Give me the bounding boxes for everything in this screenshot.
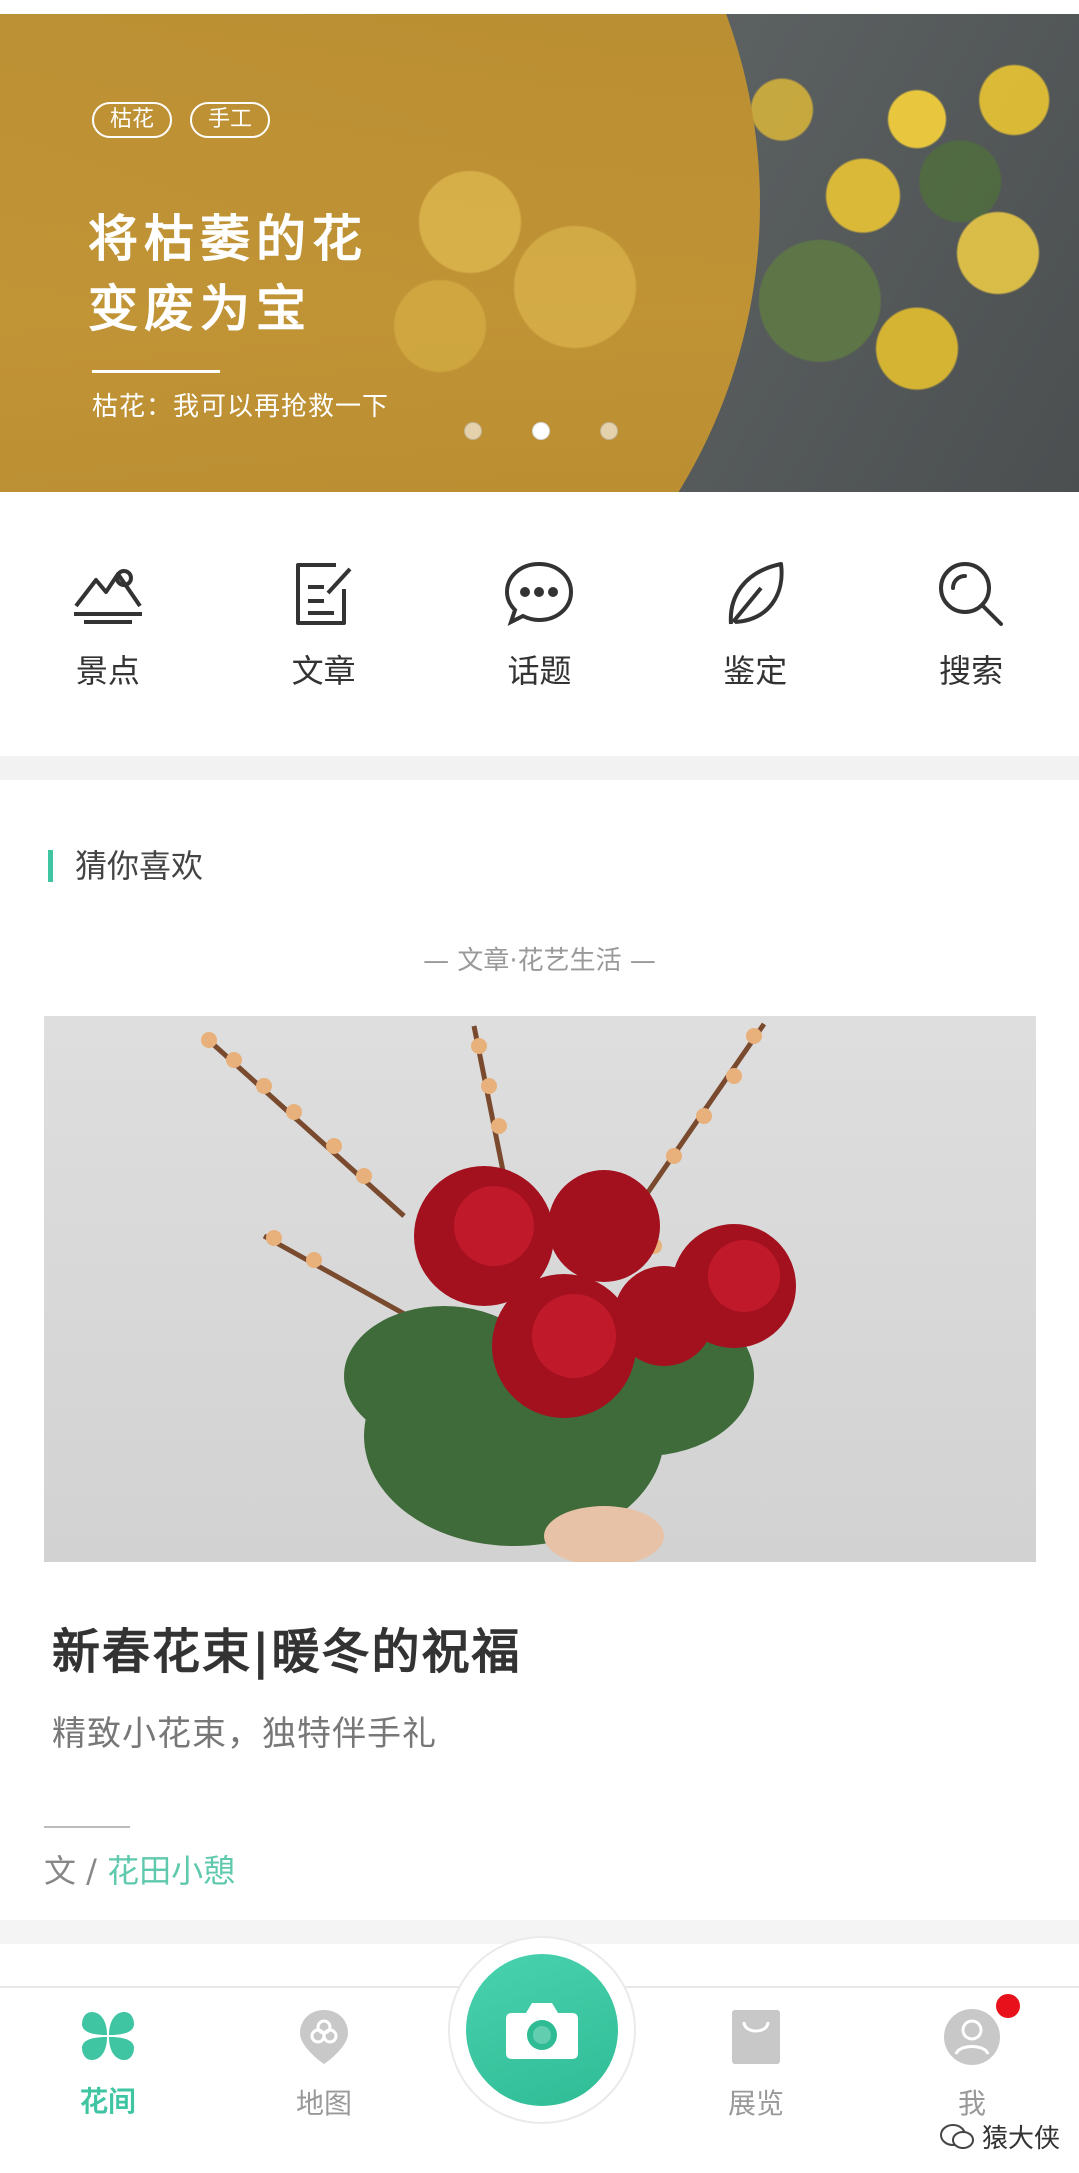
article-category: — 文章·花艺生活 —: [423, 946, 656, 976]
banner-tag[interactable]: 手工: [190, 102, 271, 138]
quick-nav-topics[interactable]: 话题: [469, 540, 609, 720]
section-title: 猜你喜欢: [48, 850, 203, 882]
section-divider: [0, 756, 1079, 780]
tab-map[interactable]: 地图: [254, 2008, 394, 2122]
quick-nav-scenic[interactable]: 景点: [38, 540, 178, 720]
tab-exhibition[interactable]: 展览: [686, 2008, 826, 2122]
user-avatar-icon: [943, 2008, 1001, 2070]
hero-banner[interactable]: 枯花 手工 将枯萎的花 变废为宝 枯花：我可以再抢救一下: [0, 14, 1079, 492]
author-name-link[interactable]: 花田小憩: [107, 1852, 235, 1890]
banner-tags: 枯花 手工: [92, 102, 271, 138]
watermark-text: 猿大侠: [982, 2124, 1061, 2154]
tab-label: 我: [957, 2087, 986, 2120]
author-divider: [44, 1826, 130, 1828]
author-prefix: 文 /: [44, 1852, 108, 1890]
tab-flower-space[interactable]: 花间: [38, 2008, 178, 2120]
banner-title: 将枯萎的花 变废为宝: [88, 204, 508, 344]
carousel-dot-active[interactable]: [532, 422, 550, 440]
quick-nav-label: 文章: [291, 652, 356, 690]
tab-label: 展览: [727, 2087, 784, 2120]
quick-nav-identify[interactable]: 鉴定: [685, 540, 825, 720]
quick-nav-label: 话题: [507, 652, 572, 690]
wechat-icon: [940, 2123, 974, 2149]
quick-nav: 景点 文章 话题 鉴定 搜索: [0, 540, 1079, 720]
article-subtitle: 精致小花束，独特伴手礼: [52, 1714, 437, 1754]
banner-tag[interactable]: 枯花: [92, 102, 173, 138]
mountain-icon: [68, 554, 148, 634]
shopping-bag-icon: [730, 2008, 782, 2070]
article-cover-image[interactable]: [44, 1016, 1036, 1562]
banner-subtitle: 枯花：我可以再抢救一下: [92, 392, 390, 422]
quick-nav-search[interactable]: 搜索: [901, 540, 1041, 720]
notification-badge: [996, 1994, 1020, 2018]
bouquet-illustration: [201, 1022, 796, 1562]
quick-nav-label: 景点: [75, 652, 140, 690]
camera-button-circle[interactable]: [466, 1954, 618, 2106]
quick-nav-label: 搜索: [939, 652, 1004, 690]
banner-divider: [92, 370, 220, 373]
chat-bubble-icon: [499, 554, 579, 634]
carousel-dot[interactable]: [600, 422, 618, 440]
article-title[interactable]: 新春花束|暖冬的祝福: [52, 1612, 522, 1682]
tab-label: 地图: [295, 2087, 352, 2120]
quick-nav-articles[interactable]: 文章: [254, 540, 394, 720]
quick-nav-label: 鉴定: [723, 652, 788, 690]
banner-title-line: 将枯萎的花: [88, 210, 368, 268]
carousel-indicator: [464, 422, 618, 440]
map-pin-icon: [298, 2008, 350, 2070]
article-edit-icon: [284, 554, 364, 634]
tab-label: 花间: [79, 2085, 136, 2118]
carousel-dot[interactable]: [464, 422, 482, 440]
tab-me[interactable]: 我: [902, 2008, 1042, 2122]
article-author: 文 / 花田小憩: [44, 1846, 235, 1892]
leaf-icon: [715, 554, 795, 634]
camera-button[interactable]: [448, 1936, 636, 2124]
clover-icon: [80, 2008, 136, 2068]
watermark: 猿大侠: [940, 2118, 1060, 2155]
camera-icon: [506, 2003, 578, 2059]
search-icon: [931, 554, 1011, 634]
banner-title-line: 变废为宝: [88, 280, 312, 338]
